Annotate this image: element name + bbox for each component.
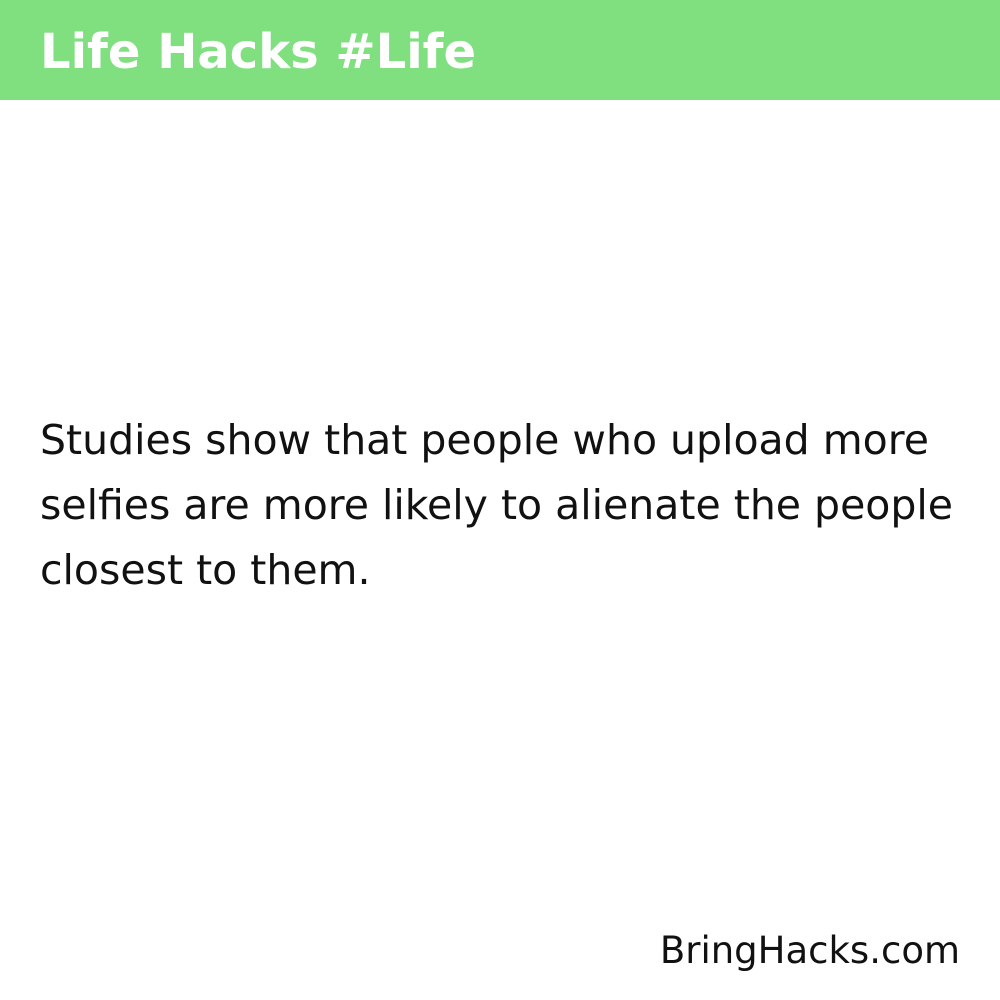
- header-bar: Life Hacks #Life: [0, 0, 1000, 100]
- life-hack-text: Studies show that people who upload more…: [40, 416, 954, 594]
- site-credit: BringHacks.com: [659, 929, 960, 972]
- header-title: Life Hacks #Life: [40, 24, 477, 80]
